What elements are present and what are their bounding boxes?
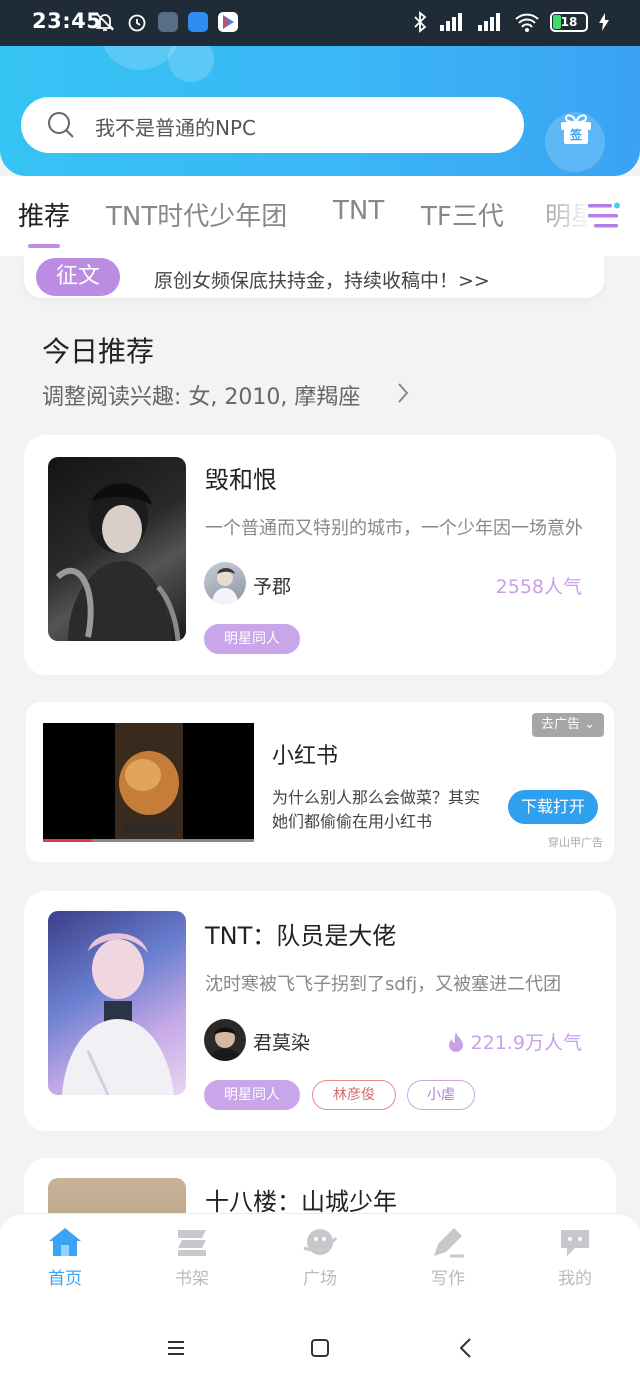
nav-write[interactable]: 写作 xyxy=(403,1226,493,1289)
recent-apps-icon[interactable] xyxy=(166,1338,186,1358)
ad-title: 小红书 xyxy=(272,744,339,769)
nav-square[interactable]: 广场 xyxy=(275,1226,365,1289)
chevron-right-icon xyxy=(398,383,409,403)
avatar xyxy=(204,562,246,604)
notice-badge: 征文 xyxy=(36,258,120,296)
book-cover xyxy=(48,911,186,1095)
tab-indicator xyxy=(28,244,60,248)
battery-indicator: 18 xyxy=(550,12,588,32)
popularity: 2558人气 xyxy=(496,572,582,599)
status-icons-left xyxy=(94,11,238,33)
search-bar[interactable]: 我不是普通的NPC xyxy=(21,97,524,153)
bluetooth-icon xyxy=(414,11,427,33)
back-icon[interactable] xyxy=(458,1337,474,1359)
checkin-label: 签 xyxy=(570,128,583,142)
status-time: 23:45 xyxy=(32,9,102,33)
signal-icon xyxy=(478,13,500,31)
tabs-fade xyxy=(530,176,640,248)
planet-icon xyxy=(303,1229,338,1255)
status-bar: 23:45 18 xyxy=(0,0,640,46)
book-description: 一个普通而又特别的城市，一个少年因一场意外 xyxy=(205,518,583,539)
book-description: 沈时寒被飞飞子拐到了sdfj，又被塞进二代团 xyxy=(205,974,562,995)
cover-figure-image xyxy=(62,933,174,1095)
popularity: 221.9万人气 xyxy=(447,1028,582,1055)
tag-chip[interactable]: 明星同人 xyxy=(204,1080,300,1110)
pen-icon xyxy=(434,1228,464,1258)
nav-bookshelf-label: 书架 xyxy=(175,1269,209,1289)
reading-interest-link[interactable]: 调整阅读兴趣: 女, 2010, 摩羯座 xyxy=(42,379,360,411)
popularity-count: 2558人气 xyxy=(495,576,582,598)
remove-ad-button[interactable]: 去广告 ⌄ xyxy=(532,713,604,737)
avatar xyxy=(204,1019,246,1061)
nav-write-label: 写作 xyxy=(431,1269,465,1289)
tag-chip[interactable]: 明星同人 xyxy=(204,624,300,654)
ad-source-label: 穿山甲广告 xyxy=(548,836,603,849)
tag-chip[interactable]: 林彦俊 xyxy=(312,1080,396,1110)
status-icons-right: 18 xyxy=(412,11,610,33)
mute-icon xyxy=(95,13,115,31)
remove-ad-label: 去广告 xyxy=(540,717,580,732)
wifi-icon xyxy=(515,13,539,32)
cover-figure-image xyxy=(55,481,181,641)
today-title: 今日推荐 xyxy=(42,335,155,368)
bookshelf-icon xyxy=(178,1230,206,1256)
search-placeholder: 我不是普通的NPC xyxy=(95,116,256,140)
book-cover xyxy=(48,457,186,641)
download-open-button[interactable]: 下载打开 xyxy=(508,790,598,824)
charging-icon xyxy=(599,13,609,31)
video-progress-bar xyxy=(43,839,254,842)
signal-icon xyxy=(440,13,462,31)
tab-tnt[interactable]: TNT xyxy=(333,196,384,226)
alarm-icon xyxy=(128,14,146,32)
nav-me-label: 我的 xyxy=(558,1269,592,1289)
home-icon xyxy=(49,1228,81,1256)
book-card[interactable]: 毁和恨 一个普通而又特别的城市，一个少年因一场意外 予郡 2558人气 明星同人 xyxy=(24,435,616,675)
settings-app-icon xyxy=(158,12,178,32)
notice-text[interactable]: 原创女频保底扶持金，持续收稿中！>> xyxy=(154,266,490,293)
tab-tf-third[interactable]: TF三代 xyxy=(421,196,504,233)
author-name: 君莫染 xyxy=(253,1032,311,1054)
chevron-down-icon: ⌄ xyxy=(584,717,596,732)
nav-home[interactable]: 首页 xyxy=(20,1226,110,1289)
book-title: TNT：队员是大佬 xyxy=(205,922,397,950)
app-notify-icon xyxy=(188,12,208,32)
system-navigation-bar xyxy=(0,1309,640,1387)
ad-video[interactable] xyxy=(43,723,254,842)
nav-square-label: 广场 xyxy=(303,1269,337,1289)
tag-chip[interactable]: 小虐 xyxy=(407,1080,475,1110)
ad-description: 为什么别人那么会做菜？其实她们都偷偷在用小红书 xyxy=(272,788,481,831)
tab-tnt-era[interactable]: TNT时代少年团 xyxy=(106,196,287,233)
nav-bookshelf[interactable]: 书架 xyxy=(147,1226,237,1289)
search-icon xyxy=(48,112,74,138)
author-name: 予郡 xyxy=(253,576,292,598)
category-menu-icon[interactable] xyxy=(586,200,622,232)
flame-icon xyxy=(448,1031,463,1052)
tab-recommend[interactable]: 推荐 xyxy=(18,196,70,233)
play-store-icon xyxy=(218,12,238,32)
nav-me[interactable]: 我的 xyxy=(530,1226,620,1289)
book-card[interactable]: TNT：队员是大佬 沈时寒被飞飞子拐到了sdfj，又被塞进二代团 君莫染 221… xyxy=(24,891,616,1131)
chat-bubble-icon xyxy=(561,1230,589,1256)
book-title: 十八楼：山城少年 xyxy=(205,1188,397,1216)
book-title: 毁和恨 xyxy=(205,466,277,494)
nav-home-label: 首页 xyxy=(48,1269,82,1289)
home-button-icon[interactable] xyxy=(310,1338,330,1358)
popularity-count: 221.9万人气 xyxy=(470,1032,582,1054)
